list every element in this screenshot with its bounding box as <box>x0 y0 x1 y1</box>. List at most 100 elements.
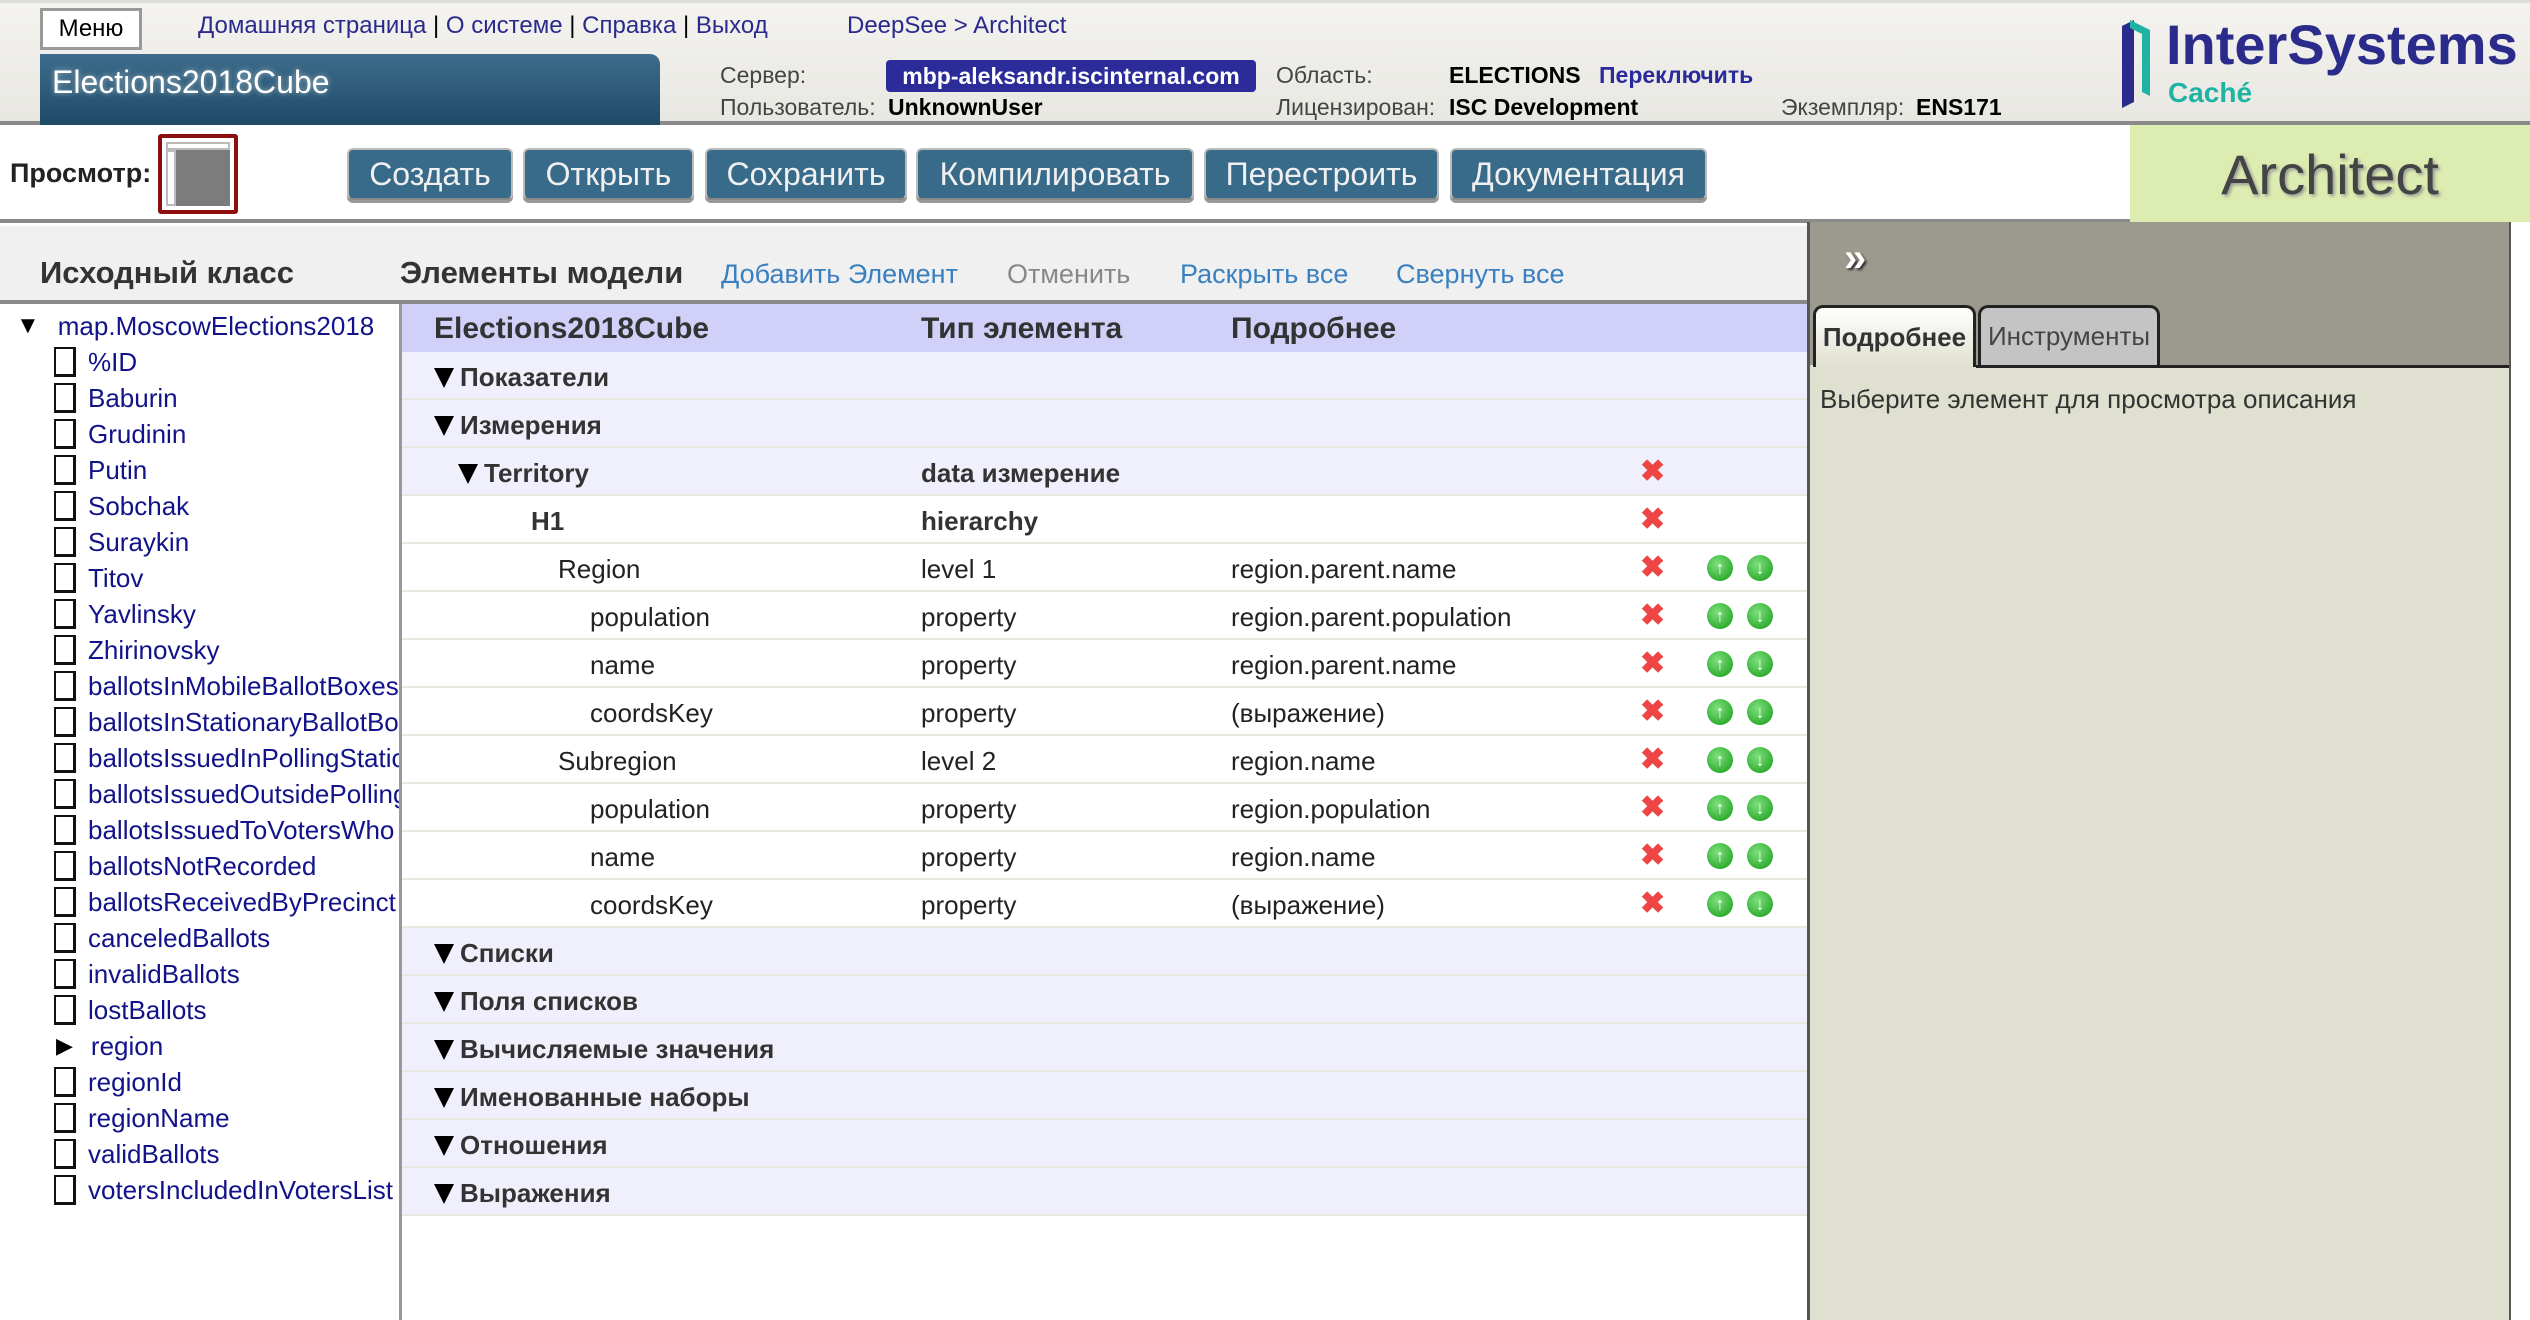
tab-tools[interactable]: Инструменты <box>1978 305 2160 365</box>
table-row[interactable]: Subregion level 2 region.name ✖ ↑ ↓ <box>402 736 1807 784</box>
tree-item[interactable]: regionId <box>54 1064 182 1100</box>
table-row[interactable]: coordsKey property (выражение) ✖ ↑ ↓ <box>402 880 1807 928</box>
save-button[interactable]: Сохранить <box>705 148 907 200</box>
expand-panel-icon[interactable]: » <box>1844 236 1866 281</box>
move-up-icon[interactable]: ↑ <box>1707 555 1733 581</box>
tab-details[interactable]: Подробнее <box>1813 305 1976 367</box>
tree-item[interactable]: Putin <box>54 452 147 488</box>
tree-item[interactable]: %ID <box>54 344 137 380</box>
delete-icon[interactable]: ✖ <box>1640 649 1665 679</box>
table-row[interactable]: H1 hierarchy ✖ <box>402 496 1807 544</box>
tree-root[interactable]: ▼ map.MoscowElections2018 <box>16 308 374 344</box>
table-row[interactable]: name property region.parent.name ✖ ↑ ↓ <box>402 640 1807 688</box>
collapse-icon[interactable] <box>434 1088 454 1108</box>
expand-all-link[interactable]: Раскрыть все <box>1180 259 1348 290</box>
tree-item[interactable]: Yavlinsky <box>54 596 196 632</box>
table-row[interactable]: Region level 1 region.parent.name ✖ ↑ ↓ <box>402 544 1807 592</box>
tree-item[interactable]: ballotsInStationaryBallotBoxes <box>54 704 399 740</box>
delete-icon[interactable]: ✖ <box>1640 793 1665 823</box>
move-up-icon[interactable]: ↑ <box>1707 795 1733 821</box>
table-row[interactable]: Показатели <box>402 352 1807 400</box>
delete-icon[interactable]: ✖ <box>1640 745 1665 775</box>
tree-item[interactable]: ballotsIssuedInPollingStations <box>54 740 399 776</box>
tree-item[interactable]: lostBallots <box>54 992 207 1028</box>
delete-icon[interactable]: ✖ <box>1640 505 1665 535</box>
move-up-icon[interactable]: ↑ <box>1707 891 1733 917</box>
tree-item[interactable]: votersIncludedInVotersList <box>54 1172 393 1208</box>
move-up-icon[interactable]: ↑ <box>1707 747 1733 773</box>
tree-item[interactable]: regionName <box>54 1100 230 1136</box>
table-row[interactable]: Territory data измерение ✖ <box>402 448 1807 496</box>
collapse-icon[interactable] <box>434 416 454 436</box>
add-element-link[interactable]: Добавить Элемент <box>721 259 958 290</box>
delete-icon[interactable]: ✖ <box>1640 457 1665 487</box>
tree-item[interactable]: Suraykin <box>54 524 189 560</box>
tree-item[interactable]: ballotsInMobileBallotBoxes <box>54 668 399 704</box>
tree-item[interactable]: canceledBallots <box>54 920 270 956</box>
rebuild-button[interactable]: Перестроить <box>1204 148 1439 200</box>
table-row[interactable]: Именованные наборы <box>402 1072 1807 1120</box>
move-up-icon[interactable]: ↑ <box>1707 651 1733 677</box>
switch-namespace-link[interactable]: Переключить <box>1599 62 1753 89</box>
tree-item[interactable]: ▶ region <box>54 1028 163 1064</box>
delete-icon[interactable]: ✖ <box>1640 601 1665 631</box>
tree-item[interactable]: Sobchak <box>54 488 189 524</box>
table-row[interactable]: name property region.name ✖ ↑ ↓ <box>402 832 1807 880</box>
move-down-icon[interactable]: ↓ <box>1747 651 1773 677</box>
scrollbar[interactable] <box>2509 222 2530 1320</box>
table-row[interactable]: Списки <box>402 928 1807 976</box>
open-button[interactable]: Открыть <box>523 148 694 200</box>
breadcrumb[interactable]: DeepSee > Architect <box>847 12 1066 40</box>
move-down-icon[interactable]: ↓ <box>1747 699 1773 725</box>
collapse-icon[interactable] <box>434 368 454 388</box>
move-down-icon[interactable]: ↓ <box>1747 603 1773 629</box>
delete-icon[interactable]: ✖ <box>1640 553 1665 583</box>
collapse-icon[interactable]: ▼ <box>16 312 40 340</box>
table-row[interactable]: Отношения <box>402 1120 1807 1168</box>
about-link[interactable]: О системе <box>446 12 563 39</box>
expand-icon[interactable]: ▶ <box>56 1033 73 1059</box>
move-down-icon[interactable]: ↓ <box>1747 843 1773 869</box>
collapse-icon[interactable] <box>458 464 478 484</box>
help-link[interactable]: Справка <box>582 12 676 39</box>
table-row[interactable]: Измерения <box>402 400 1807 448</box>
move-up-icon[interactable]: ↑ <box>1707 603 1733 629</box>
menu-button[interactable]: Меню <box>40 8 142 50</box>
move-down-icon[interactable]: ↓ <box>1747 555 1773 581</box>
undo-link[interactable]: Отменить <box>1007 259 1130 290</box>
tree-item[interactable]: ballotsNotRecorded <box>54 848 316 884</box>
tree-item[interactable]: Zhirinovsky <box>54 632 219 668</box>
logout-link[interactable]: Выход <box>696 12 768 39</box>
delete-icon[interactable]: ✖ <box>1640 889 1665 919</box>
move-up-icon[interactable]: ↑ <box>1707 843 1733 869</box>
move-down-icon[interactable]: ↓ <box>1747 795 1773 821</box>
collapse-all-link[interactable]: Свернуть все <box>1396 259 1564 290</box>
collapse-icon[interactable] <box>434 944 454 964</box>
tree-item[interactable]: invalidBallots <box>54 956 240 992</box>
preview-toggle[interactable] <box>158 134 238 214</box>
collapse-icon[interactable] <box>434 1040 454 1060</box>
tree-item[interactable]: Baburin <box>54 380 178 416</box>
move-down-icon[interactable]: ↓ <box>1747 891 1773 917</box>
tree-item[interactable]: validBallots <box>54 1136 220 1172</box>
collapse-icon[interactable] <box>434 992 454 1012</box>
compile-button[interactable]: Компилировать <box>916 148 1194 200</box>
documentation-button[interactable]: Документация <box>1450 148 1707 200</box>
collapse-icon[interactable] <box>434 1136 454 1156</box>
table-row[interactable]: population property region.population ✖ ↑ ↓ <box>402 784 1807 832</box>
create-button[interactable]: Создать <box>347 148 513 200</box>
move-up-icon[interactable]: ↑ <box>1707 699 1733 725</box>
table-row[interactable]: coordsKey property (выражение) ✖ ↑ ↓ <box>402 688 1807 736</box>
tree-item[interactable]: Grudinin <box>54 416 186 452</box>
tree-item[interactable]: ballotsIssuedToVotersWho <box>54 812 394 848</box>
delete-icon[interactable]: ✖ <box>1640 841 1665 871</box>
table-row[interactable]: population property region.parent.populati… <box>402 592 1807 640</box>
table-row[interactable]: Выражения <box>402 1168 1807 1216</box>
delete-icon[interactable]: ✖ <box>1640 697 1665 727</box>
move-down-icon[interactable]: ↓ <box>1747 747 1773 773</box>
tree-item[interactable]: ballotsIssuedOutsidePollingStations <box>54 776 399 812</box>
home-link[interactable]: Домашняя страница <box>198 12 426 39</box>
tree-item[interactable]: Titov <box>54 560 143 596</box>
table-row[interactable]: Вычисляемые значения <box>402 1024 1807 1072</box>
tree-item[interactable]: ballotsReceivedByPrecinct <box>54 884 396 920</box>
